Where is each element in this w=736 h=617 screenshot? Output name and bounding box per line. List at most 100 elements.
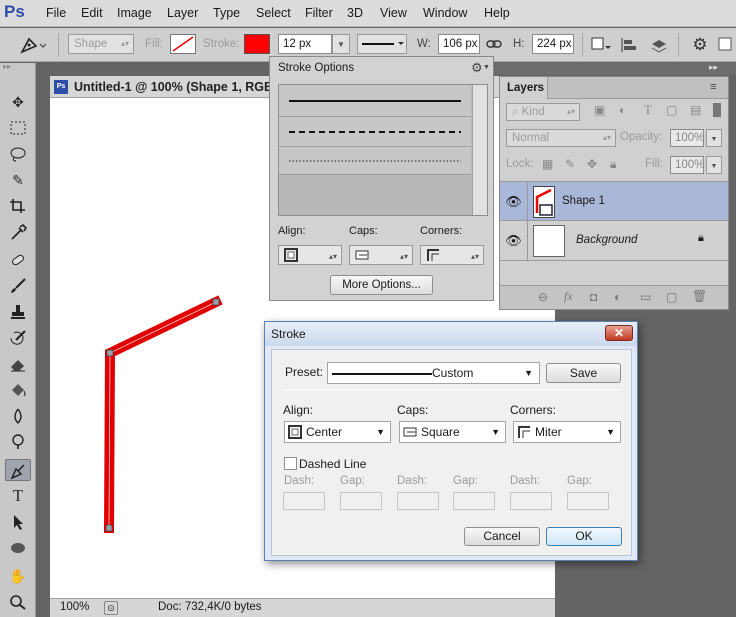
- gap-field-1[interactable]: [340, 492, 382, 510]
- dash-field-1[interactable]: [283, 492, 325, 510]
- menu-layer[interactable]: Layer: [167, 6, 198, 20]
- menu-file[interactable]: File: [46, 6, 66, 20]
- trash-icon[interactable]: 🗑︎: [692, 289, 707, 303]
- save-button[interactable]: Save: [546, 363, 621, 383]
- healing-brush-tool-icon[interactable]: [5, 249, 31, 271]
- new-layer-icon[interactable]: ▢: [666, 290, 677, 304]
- crop-tool-icon[interactable]: [5, 195, 31, 217]
- path-operations-icon[interactable]: [590, 36, 612, 54]
- menu-select[interactable]: Select: [256, 6, 291, 20]
- stroke-type-solid[interactable]: [279, 85, 471, 117]
- menu-window[interactable]: Window: [423, 6, 467, 20]
- checkbox[interactable]: [716, 34, 734, 54]
- ellipse-tool-icon[interactable]: [5, 537, 31, 559]
- tool-mode-select[interactable]: Shape ▴▾: [68, 34, 134, 54]
- adjustment-layer-icon[interactable]: ◐: [614, 290, 621, 304]
- lock-transparent-icon[interactable]: ▦: [542, 157, 553, 171]
- ok-button[interactable]: OK: [546, 527, 622, 546]
- path-alignment-icon[interactable]: [619, 36, 641, 54]
- lasso-tool-icon[interactable]: [5, 143, 31, 165]
- menu-3d[interactable]: 3D: [347, 6, 363, 20]
- gear-icon[interactable]: ⚙: [690, 35, 710, 55]
- dash-field-2[interactable]: [397, 492, 439, 510]
- fill-swatch[interactable]: [170, 34, 196, 54]
- menu-image[interactable]: Image: [117, 6, 152, 20]
- stroke-type-dotted[interactable]: [279, 147, 471, 175]
- zoom-level[interactable]: 100%: [60, 601, 89, 613]
- link-icon[interactable]: [486, 37, 502, 51]
- new-group-icon[interactable]: ▭: [640, 290, 651, 304]
- blend-mode-select[interactable]: Normal ▴▾: [506, 129, 616, 147]
- opacity-field[interactable]: 100%: [670, 129, 704, 147]
- stroke-width-dropdown[interactable]: ▼: [332, 34, 350, 54]
- lock-all-icon[interactable]: 🔒︎: [610, 157, 616, 172]
- quick-selection-tool-icon[interactable]: ✎: [5, 169, 31, 191]
- blur-tool-icon[interactable]: [5, 405, 31, 427]
- eye-icon[interactable]: 👁︎: [500, 182, 528, 222]
- stroke-type-dashed[interactable]: [279, 117, 471, 147]
- layer-row-background[interactable]: 👁︎ Background 🔒︎: [500, 221, 728, 261]
- caps-dropdown[interactable]: Square ▼: [399, 421, 506, 443]
- filter-kind-select[interactable]: ⌕ Kind ▴▾: [506, 103, 580, 121]
- shape-filter-icon[interactable]: ▢: [666, 103, 677, 117]
- panel-menu-icon[interactable]: ≡: [710, 81, 716, 93]
- lock-image-icon[interactable]: ✎: [565, 157, 575, 171]
- path-selection-tool-icon[interactable]: [5, 511, 31, 533]
- caps-dropdown[interactable]: ▴▾: [349, 245, 413, 265]
- cancel-button[interactable]: Cancel: [464, 527, 540, 546]
- clone-stamp-tool-icon[interactable]: [5, 301, 31, 323]
- type-tool-icon[interactable]: T: [5, 485, 31, 507]
- image-filter-icon[interactable]: ▣: [594, 103, 605, 117]
- gear-icon[interactable]: ⚙: [471, 60, 483, 76]
- layer-row-shape-1[interactable]: 👁︎ Shape 1: [500, 181, 728, 222]
- path-arrangement-icon[interactable]: [648, 36, 670, 54]
- history-brush-tool-icon[interactable]: [5, 327, 31, 349]
- menu-filter[interactable]: Filter: [305, 6, 333, 20]
- align-dropdown[interactable]: ▴▾: [278, 245, 342, 265]
- eyedropper-tool-icon[interactable]: [5, 221, 31, 243]
- toolbox-collapse-icon[interactable]: ▸▸: [3, 63, 33, 71]
- status-menu-icon[interactable]: ⊙: [104, 601, 118, 615]
- type-filter-icon[interactable]: T: [644, 102, 652, 118]
- eraser-tool-icon[interactable]: [5, 353, 31, 375]
- fill-field[interactable]: 100%: [670, 156, 704, 174]
- gap-field-3[interactable]: [567, 492, 609, 510]
- close-icon[interactable]: ✕: [605, 325, 633, 341]
- corners-dropdown[interactable]: Miter ▼: [513, 421, 621, 443]
- stroke-color-swatch[interactable]: [244, 34, 270, 54]
- hand-tool-icon[interactable]: ✋: [5, 565, 31, 587]
- preset-dropdown[interactable]: Custom ▼: [327, 362, 540, 384]
- adjustment-filter-icon[interactable]: ◐: [619, 103, 626, 117]
- eye-icon[interactable]: 👁︎: [500, 221, 528, 261]
- align-dropdown[interactable]: Center ▼: [284, 421, 391, 443]
- menu-view[interactable]: View: [380, 6, 407, 20]
- marquee-tool-icon[interactable]: [5, 117, 31, 139]
- more-options-button[interactable]: More Options...: [330, 275, 433, 295]
- width-field[interactable]: 106 px: [438, 34, 480, 54]
- stroke-width-field[interactable]: 12 px: [278, 34, 332, 54]
- menu-help[interactable]: Help: [484, 6, 510, 20]
- stroke-type-dropdown[interactable]: [357, 34, 407, 54]
- brush-tool-icon[interactable]: [5, 275, 31, 297]
- opacity-dropdown[interactable]: ▼: [706, 129, 722, 147]
- menu-edit[interactable]: Edit: [81, 6, 103, 20]
- zoom-tool-icon[interactable]: [5, 591, 31, 613]
- scrollbar[interactable]: [472, 85, 487, 215]
- filter-toggle[interactable]: [713, 103, 721, 117]
- fill-dropdown[interactable]: ▼: [706, 156, 722, 174]
- collapse-panels-icon[interactable]: ▸▸: [709, 62, 718, 73]
- smart-object-filter-icon[interactable]: ▤: [690, 103, 701, 117]
- corners-dropdown[interactable]: ▴▾: [420, 245, 484, 265]
- link-layers-icon[interactable]: ⊖: [538, 290, 548, 304]
- dash-field-3[interactable]: [510, 492, 552, 510]
- move-tool-icon[interactable]: ✥: [5, 91, 31, 113]
- fx-icon[interactable]: fx: [564, 289, 573, 304]
- layers-tab[interactable]: Layers: [500, 77, 548, 99]
- menu-type[interactable]: Type: [213, 6, 240, 20]
- pen-tool-icon[interactable]: [5, 459, 31, 481]
- dashed-line-checkbox[interactable]: ✓: [284, 457, 297, 470]
- paint-bucket-tool-icon[interactable]: [5, 379, 31, 401]
- height-field[interactable]: 224 px: [532, 34, 574, 54]
- stroke-type-list[interactable]: [278, 84, 488, 216]
- dodge-tool-icon[interactable]: [5, 431, 31, 453]
